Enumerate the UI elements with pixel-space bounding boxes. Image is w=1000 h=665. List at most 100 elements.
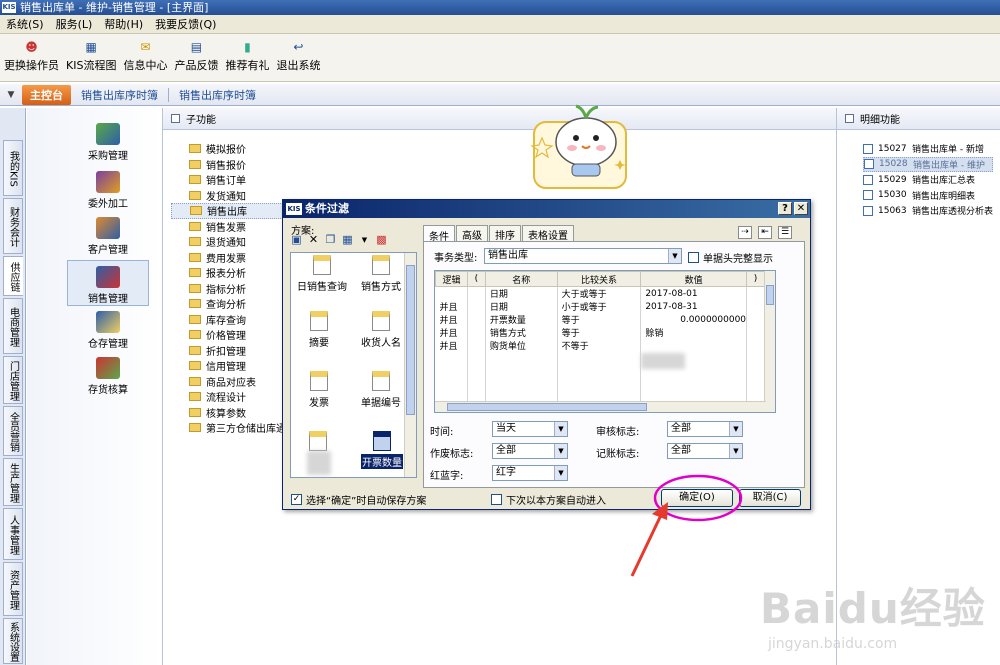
table-cell[interactable] <box>746 388 765 400</box>
checkbox-box[interactable] <box>688 252 699 263</box>
kis-flowchart-button[interactable]: ▦ KIS流程图 <box>66 40 116 81</box>
table-cell[interactable] <box>640 376 748 388</box>
save-icon[interactable]: ▣ <box>290 234 303 246</box>
table-cell[interactable]: 赊销 <box>640 326 748 339</box>
collapse-icon[interactable] <box>845 114 854 123</box>
table-cell[interactable]: 2017-08-01 <box>640 286 748 300</box>
module-warehouse[interactable]: 仓存管理 <box>67 308 149 350</box>
left-tab-supply-chain[interactable]: 供应链 <box>3 256 23 296</box>
chevron-down-icon[interactable]: ▼ <box>668 249 681 263</box>
table-cell[interactable] <box>467 364 486 376</box>
audit-select[interactable]: 全部 ▼ <box>667 421 743 437</box>
chevron-down-icon[interactable]: ▼ <box>554 422 567 436</box>
table-cell[interactable]: 2017-08-31 <box>640 300 748 313</box>
delete-row-icon[interactable]: ⇤ <box>758 226 772 239</box>
redblue-select[interactable]: 红字 ▼ <box>492 465 568 481</box>
table-cell[interactable] <box>746 376 765 388</box>
scrollbar-thumb[interactable] <box>766 285 774 305</box>
info-center-button[interactable]: ✉ 信息中心 <box>123 40 167 81</box>
detail-function-item[interactable]: 15030 销售出库明细表 <box>863 188 993 204</box>
business-type-select[interactable]: 销售出库 ▼ <box>484 248 682 264</box>
module-outsourcing[interactable]: 委外加工 <box>67 168 149 210</box>
product-feedback-button[interactable]: ▤ 产品反馈 <box>174 40 218 81</box>
chevron-down-icon[interactable]: ▼ <box>358 234 371 246</box>
table-cell[interactable] <box>485 376 558 388</box>
detail-function-item[interactable]: 15063 销售出库透视分析表 <box>863 203 993 219</box>
table-cell[interactable]: 等于 <box>557 326 642 339</box>
table-row[interactable]: 并且 购货单位 不等于 <box>435 339 765 352</box>
module-customer[interactable]: 客户管理 <box>67 214 149 256</box>
table-cell[interactable] <box>467 300 486 313</box>
table-cell[interactable]: 0.0000000000 <box>640 313 748 326</box>
detail-function-item[interactable]: 15028 销售出库单 - 维护 <box>863 156 994 172</box>
table-cell[interactable] <box>467 339 486 352</box>
view-icon[interactable]: ▦ <box>341 234 354 246</box>
tab-sort[interactable]: 排序 <box>489 225 521 242</box>
table-cell[interactable]: 大于或等于 <box>557 286 642 300</box>
left-tab-store[interactable]: 门店管理 <box>3 356 23 404</box>
table-row[interactable] <box>435 388 765 400</box>
cancel-button[interactable]: 取消(C) <box>739 489 801 507</box>
insert-row-icon[interactable]: ⇢ <box>738 226 752 239</box>
left-tab-finance[interactable]: 财务会计 <box>3 198 23 254</box>
grid-horizontal-scrollbar[interactable] <box>435 401 766 412</box>
exit-system-button[interactable]: ↩ 退出系统 <box>276 40 320 81</box>
table-cell[interactable] <box>746 364 765 376</box>
scheme-item-selected[interactable]: 开票数量 <box>361 431 403 469</box>
menu-system[interactable]: 系统(S) <box>6 16 44 32</box>
table-cell[interactable] <box>640 339 748 352</box>
table-cell[interactable]: 不等于 <box>557 339 642 352</box>
menu-feedback[interactable]: 我要反馈(Q) <box>155 16 216 32</box>
scheme-item[interactable]: 销售方式 <box>361 255 401 293</box>
tab-table-settings[interactable]: 表格设置 <box>522 225 574 242</box>
scheme-item[interactable]: 发票 <box>309 371 329 409</box>
post-select[interactable]: 全部 ▼ <box>667 443 743 459</box>
table-cell[interactable] <box>435 286 468 300</box>
table-cell[interactable]: 并且 <box>435 300 468 313</box>
scheme-item[interactable]: 摘要 <box>309 311 329 349</box>
auto-enter-checkbox[interactable]: 下次以本方案自动进入 <box>491 492 606 507</box>
table-cell[interactable] <box>746 300 765 313</box>
table-cell[interactable] <box>435 364 468 376</box>
collapse-icon[interactable] <box>171 114 180 123</box>
table-cell[interactable] <box>435 376 468 388</box>
help-button[interactable]: ? <box>778 202 792 215</box>
table-cell[interactable] <box>746 352 765 364</box>
chevron-down-icon[interactable]: ▼ <box>554 466 567 480</box>
table-cell[interactable] <box>435 388 468 400</box>
table-row[interactable] <box>435 364 765 376</box>
left-tab-assets[interactable]: 资产管理 <box>3 562 23 616</box>
chevron-down-icon[interactable]: ▼ <box>554 444 567 458</box>
tab-advanced[interactable]: 高级 <box>456 225 488 242</box>
sub-function-item[interactable]: 销售报价 <box>189 157 811 173</box>
delete-icon[interactable]: ✕ <box>307 234 320 246</box>
left-tab-marketing[interactable]: 全员营销 <box>3 406 23 456</box>
table-cell[interactable] <box>467 376 486 388</box>
module-inventory-costing[interactable]: 存货核算 <box>67 354 149 396</box>
chevron-down-icon[interactable]: ▼ <box>4 88 18 102</box>
checkbox-box[interactable]: ✓ <box>291 494 302 505</box>
sub-function-item[interactable]: 模拟报价 <box>189 141 811 157</box>
table-cell[interactable] <box>467 388 486 400</box>
table-cell[interactable] <box>640 388 748 400</box>
sub-function-item[interactable]: 销售订单 <box>189 172 811 188</box>
chevron-down-icon[interactable]: ▼ <box>729 444 742 458</box>
left-tab-ecommerce[interactable]: 电商管理 <box>3 298 23 354</box>
time-select[interactable]: 当天 ▼ <box>492 421 568 437</box>
table-cell[interactable]: 并且 <box>435 339 468 352</box>
checkbox-box[interactable] <box>491 494 502 505</box>
table-cell[interactable] <box>557 388 642 400</box>
scrollbar-thumb[interactable] <box>447 403 647 411</box>
table-row[interactable]: 并且 日期 小于或等于 2017-08-31 <box>435 300 765 313</box>
menu-service[interactable]: 服务(L) <box>56 16 93 32</box>
copy-icon[interactable]: ❐ <box>324 234 337 246</box>
table-cell[interactable]: 购货单位 <box>485 339 558 352</box>
save-scheme-checkbox[interactable]: ✓ 选择“确定”时自动保存方案 <box>291 492 426 507</box>
table-cell[interactable]: 开票数量 <box>485 313 558 326</box>
left-tab-settings[interactable]: 系统设置 <box>3 618 23 664</box>
refer-gift-button[interactable]: ▮ 推荐有礼 <box>225 40 269 81</box>
menu-help[interactable]: 帮助(H) <box>104 16 143 32</box>
table-cell[interactable]: 并且 <box>435 326 468 339</box>
chevron-down-icon[interactable]: ▼ <box>729 422 742 436</box>
table-cell[interactable] <box>557 364 642 376</box>
